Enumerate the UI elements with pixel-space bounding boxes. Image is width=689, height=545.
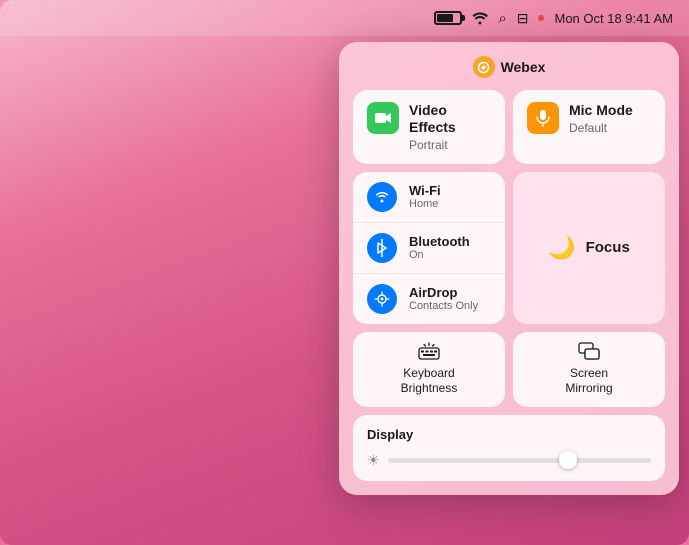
video-effects-icon bbox=[367, 102, 399, 134]
menu-bar-time: Mon Oct 18 9:41 AM bbox=[554, 11, 673, 26]
screen-mirroring-label: Screen Mirroring bbox=[565, 366, 612, 397]
video-effects-card[interactable]: Video Effects Portrait bbox=[353, 90, 505, 164]
screens-menu-icon: ⊟ bbox=[517, 10, 529, 27]
airdrop-icon bbox=[367, 284, 397, 314]
bluetooth-subtitle: On bbox=[409, 249, 470, 261]
brightness-low-icon: ☀ bbox=[367, 452, 380, 469]
control-center-panel: Webex Video Effects Portrait bbox=[339, 42, 679, 495]
top-row: Video Effects Portrait Mic Mode Default bbox=[353, 90, 665, 164]
airdrop-item[interactable]: AirDrop Contacts Only bbox=[353, 274, 505, 324]
mid-row: Wi-Fi Home Bluetooth On bbox=[353, 172, 665, 324]
notification-dot bbox=[538, 15, 544, 21]
menu-bar: ⌕ ⊟ Mon Oct 18 9:41 AM bbox=[0, 0, 689, 36]
network-card: Wi-Fi Home Bluetooth On bbox=[353, 172, 505, 324]
bluetooth-item[interactable]: Bluetooth On bbox=[353, 223, 505, 274]
screen-mirroring-icon bbox=[578, 342, 600, 360]
bluetooth-title: Bluetooth bbox=[409, 234, 470, 250]
webex-label: Webex bbox=[501, 59, 546, 75]
webex-header: Webex bbox=[353, 56, 665, 78]
display-slider-row: ☀ bbox=[367, 452, 651, 469]
focus-label: Focus bbox=[586, 239, 630, 256]
mic-mode-title: Mic Mode bbox=[569, 102, 633, 119]
bluetooth-icon bbox=[367, 233, 397, 263]
wifi-menu-icon bbox=[472, 11, 488, 25]
webex-icon bbox=[473, 56, 495, 78]
airdrop-title: AirDrop bbox=[409, 285, 478, 301]
mic-mode-icon bbox=[527, 102, 559, 134]
wifi-item[interactable]: Wi-Fi Home bbox=[353, 172, 505, 223]
battery-icon bbox=[434, 11, 462, 25]
focus-moon-icon: 🌙 bbox=[548, 235, 575, 261]
focus-card[interactable]: 🌙 Focus bbox=[513, 172, 665, 324]
bottom-row: Keyboard Brightness Screen Mirroring bbox=[353, 332, 665, 407]
airdrop-subtitle: Contacts Only bbox=[409, 300, 478, 312]
mic-mode-card[interactable]: Mic Mode Default bbox=[513, 90, 665, 164]
keyboard-brightness-label: Keyboard Brightness bbox=[401, 366, 458, 397]
wifi-title: Wi-Fi bbox=[409, 183, 441, 199]
keyboard-brightness-icon bbox=[418, 342, 440, 360]
brightness-slider-track[interactable] bbox=[388, 458, 651, 463]
display-title: Display bbox=[367, 427, 651, 442]
video-effects-title: Video Effects bbox=[409, 102, 491, 136]
mic-mode-subtitle: Default bbox=[569, 121, 633, 135]
display-section: Display ☀ bbox=[353, 415, 665, 481]
wifi-subtitle: Home bbox=[409, 198, 441, 210]
search-menu-icon[interactable]: ⌕ bbox=[498, 10, 506, 27]
wifi-icon bbox=[367, 182, 397, 212]
brightness-slider-thumb[interactable] bbox=[559, 451, 577, 469]
video-effects-subtitle: Portrait bbox=[409, 138, 491, 152]
screen-mirroring-card[interactable]: Screen Mirroring bbox=[513, 332, 665, 407]
keyboard-brightness-card[interactable]: Keyboard Brightness bbox=[353, 332, 505, 407]
brightness-slider-fill bbox=[388, 458, 572, 463]
